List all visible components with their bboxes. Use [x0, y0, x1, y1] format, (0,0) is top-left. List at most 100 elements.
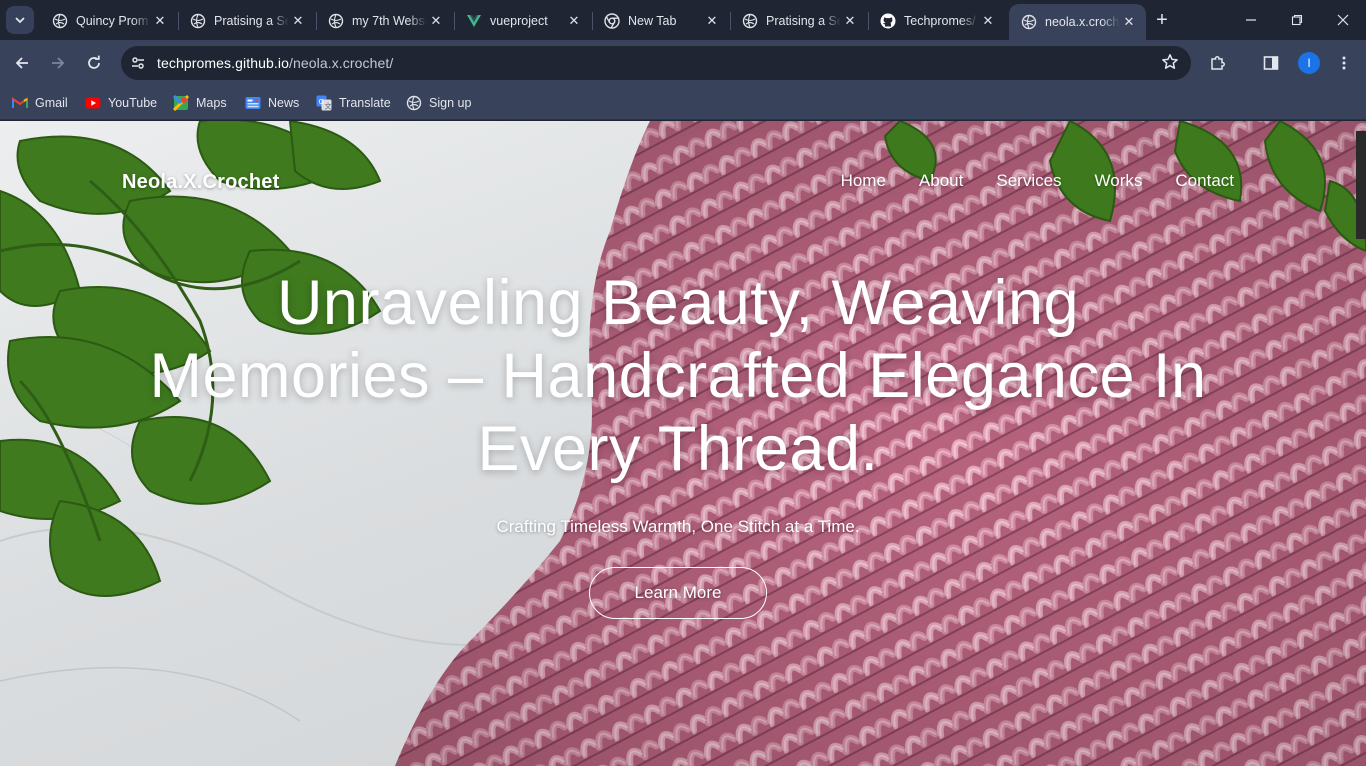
bookmark-label: Maps: [196, 96, 227, 110]
extensions-button[interactable]: [1204, 49, 1232, 77]
github-icon: [880, 13, 896, 29]
globe-icon: [406, 95, 422, 111]
tab-label: Pratising a Se: [214, 13, 289, 28]
forward-button[interactable]: [44, 49, 72, 77]
bookmark-label: News: [268, 96, 300, 110]
close-icon[interactable]: ✕: [151, 12, 169, 30]
close-icon[interactable]: ✕: [565, 12, 583, 30]
url-text[interactable]: techpromes.github.io/neola.x.crochet/: [157, 55, 393, 71]
arrow-left-icon: [15, 57, 28, 69]
hero-title: Unraveling Beauty, Weaving Memories – Ha…: [100, 267, 1256, 486]
close-icon: [1337, 14, 1349, 26]
globe-icon: [52, 13, 68, 29]
bookmarks-bar: Gmail YouTube Maps News G文 Translate Sig…: [0, 86, 1366, 120]
bookmark-label: Gmail: [35, 96, 68, 110]
nav-works[interactable]: Works: [1095, 171, 1143, 191]
tab-label: Techpromes/: [904, 13, 976, 28]
site-info-button[interactable]: [125, 50, 151, 76]
close-icon[interactable]: ✕: [1120, 13, 1138, 31]
close-icon[interactable]: ✕: [841, 12, 859, 30]
reload-button[interactable]: [80, 49, 108, 77]
page-scrollbar-thumb[interactable]: [1356, 131, 1366, 239]
tab-label: vueproject: [490, 13, 548, 28]
bookmark-label: Translate: [339, 96, 391, 110]
tab-search-button[interactable]: [6, 6, 34, 34]
tab-label: neola.x.croch: [1045, 15, 1120, 29]
tab-6[interactable]: Pratising a Se ✕: [730, 4, 867, 37]
news-icon: [245, 95, 261, 111]
nav-contact[interactable]: Contact: [1175, 171, 1234, 191]
bookmark-sign-up[interactable]: Sign up: [406, 93, 471, 113]
url-path: /neola.x.crochet/: [288, 55, 394, 71]
bookmark-news[interactable]: News: [245, 93, 299, 113]
window-close-button[interactable]: [1320, 0, 1366, 40]
tab-label: Pratising a Se: [766, 13, 841, 28]
profile-avatar[interactable]: I: [1298, 52, 1320, 74]
url-host: techpromes.github.io: [157, 55, 289, 71]
tab-strip: Quincy Prom ✕ Pratising a Se ✕ my 7th We…: [0, 0, 1366, 40]
globe-icon: [1021, 14, 1037, 30]
tab-5[interactable]: New Tab ✕: [592, 4, 729, 37]
bookmark-gmail[interactable]: Gmail: [12, 93, 68, 113]
translate-icon: G文: [316, 95, 332, 111]
kebab-menu-icon: [1342, 56, 1346, 70]
nav-services[interactable]: Services: [996, 171, 1061, 191]
bookmark-label: Sign up: [429, 96, 472, 110]
arrow-right-icon: [52, 57, 65, 69]
close-icon[interactable]: ✕: [427, 12, 445, 30]
restore-button[interactable]: [1274, 0, 1320, 40]
tab-7[interactable]: Techpromes/ ✕: [868, 4, 1005, 37]
tab-4[interactable]: vueproject ✕: [454, 4, 591, 37]
close-icon[interactable]: ✕: [703, 12, 721, 30]
learn-more-button[interactable]: Learn More: [589, 567, 767, 619]
globe-icon: [328, 13, 344, 29]
nav-about[interactable]: About: [919, 171, 963, 191]
tab-label: New Tab: [628, 13, 677, 28]
bookmark-star-button[interactable]: [1161, 53, 1179, 76]
nav-links: Home About Services Works Contact: [808, 171, 1234, 191]
globe-icon: [190, 13, 206, 29]
page-viewport: Neola.X.Crochet Home About Services Work…: [0, 121, 1366, 766]
minimize-button[interactable]: [1228, 0, 1274, 40]
minimize-icon: [1246, 19, 1256, 21]
maps-icon: [173, 95, 189, 111]
chevron-down-icon: [15, 17, 25, 24]
nav-home[interactable]: Home: [841, 171, 886, 191]
plus-icon: +: [1156, 8, 1168, 31]
tune-icon: [132, 57, 144, 69]
tab-label: my 7th Websi: [352, 13, 427, 28]
star-icon: [1162, 54, 1178, 69]
bookmark-maps[interactable]: Maps: [173, 93, 227, 113]
close-icon[interactable]: ✕: [979, 12, 997, 30]
back-button[interactable]: [8, 49, 36, 77]
side-panel-button[interactable]: [1257, 49, 1285, 77]
tab-2[interactable]: Pratising a Se ✕: [178, 4, 315, 37]
side-panel-icon: [1263, 56, 1279, 70]
hero-title-line-3: Every Thread.: [477, 414, 879, 484]
bookmark-label: YouTube: [108, 96, 158, 110]
hero-title-line-2: Memories – Handcrafted Elegance In: [149, 341, 1207, 411]
site-logo[interactable]: Neola.X.Crochet: [122, 171, 279, 194]
tab-label: Quincy Prom: [76, 13, 149, 28]
new-tab-button[interactable]: +: [1150, 8, 1174, 32]
svg-text:文: 文: [325, 102, 332, 111]
close-icon[interactable]: ✕: [289, 12, 307, 30]
tab-3[interactable]: my 7th Websi ✕: [316, 4, 453, 37]
globe-icon: [742, 13, 758, 29]
puzzle-icon: [1211, 56, 1225, 70]
svg-text:G: G: [319, 98, 324, 106]
bookmark-youtube[interactable]: YouTube: [85, 93, 157, 113]
address-bar[interactable]: techpromes.github.io/neola.x.crochet/: [121, 46, 1191, 80]
reload-icon: [88, 55, 100, 69]
vue-icon: [466, 13, 482, 29]
tab-1[interactable]: Quincy Prom ✕: [40, 4, 177, 37]
youtube-icon: [85, 95, 101, 111]
tab-8-active[interactable]: neola.x.croch ✕: [1009, 4, 1146, 40]
hero-title-line-1: Unraveling Beauty, Weaving: [276, 268, 1080, 338]
bookmark-translate[interactable]: G文 Translate: [316, 93, 391, 113]
menu-button[interactable]: [1330, 49, 1358, 77]
chrome-icon: [604, 12, 620, 29]
restore-icon: [1291, 14, 1303, 26]
hero-subtitle: Crafting Timeless Warmth, One Stitch at …: [496, 517, 860, 536]
browser-toolbar: techpromes.github.io/neola.x.crochet/ I: [0, 40, 1366, 86]
